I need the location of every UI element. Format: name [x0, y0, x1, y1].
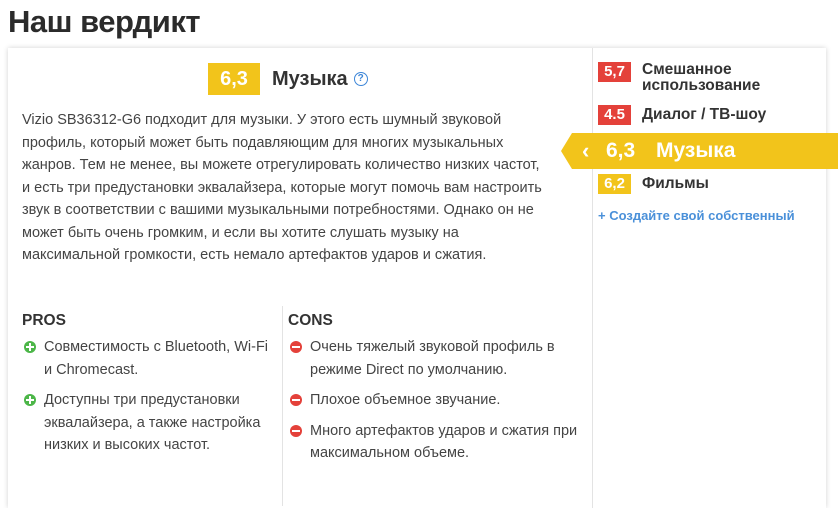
- con-item-text: Плохое объемное звучание.: [310, 392, 501, 408]
- con-item: Плохое объемное звучание.: [288, 389, 578, 412]
- con-item: Очень тяжелый звуковой профиль в режиме …: [288, 336, 578, 381]
- sidebar-item-label: Музыка: [656, 139, 736, 162]
- minus-circle-icon: [290, 424, 302, 437]
- plus-circle-icon: [24, 341, 36, 353]
- pro-item: Совместимость с Bluetooth, Wi-Fi и Chrom…: [22, 336, 277, 381]
- sidebar-item-dialogue-tv[interactable]: 4.5 Диалог / ТВ-шоу: [598, 105, 766, 125]
- cons-list: CONS Очень тяжелый звуковой профиль в ре…: [288, 312, 578, 473]
- usage-description: Vizio SB36312-G6 подходит для музыки. У …: [22, 112, 542, 263]
- pros-list: PROS Совместимость с Bluetooth, Wi-Fi и …: [22, 312, 277, 465]
- active-pointer: [561, 133, 572, 169]
- pro-item: Доступны три предустановки эквалайзера, …: [22, 389, 277, 457]
- pros-heading: PROS: [22, 312, 66, 329]
- sidebar-score-badge: 4.5: [598, 105, 631, 125]
- usage-detail-panel: 6,3 Музыка ? Vizio SB36312-G6 подходит д…: [8, 48, 586, 508]
- page-title: Наш вердикт: [8, 4, 201, 39]
- con-item: Много артефактов ударов и сжатия при мак…: [288, 420, 578, 465]
- sidebar-item-mixed-usage[interactable]: 5,7 Смешанное использование: [598, 62, 792, 94]
- plus-circle-icon: [24, 394, 36, 406]
- usage-score-badge: 6,3: [208, 63, 260, 95]
- cons-heading: CONS: [288, 312, 333, 329]
- con-item-text: Много артефактов ударов и сжатия при мак…: [310, 422, 578, 462]
- sidebar-item-label: Смешанное использование: [642, 61, 761, 94]
- sidebar-item-label: Диалог / ТВ-шоу: [642, 106, 767, 123]
- sidebar-score-badge: 6,3: [606, 139, 636, 162]
- verdict-card: 6,3 Музыка ? Vizio SB36312-G6 подходит д…: [8, 48, 838, 508]
- pro-item-text: Совместимость с Bluetooth, Wi-Fi и Chrom…: [44, 339, 269, 378]
- minus-circle-icon: [290, 341, 302, 353]
- con-item-text: Очень тяжелый звуковой профиль в режиме …: [310, 339, 555, 378]
- question-circle-icon[interactable]: ?: [353, 72, 368, 86]
- sidebar-score-badge: 5,7: [598, 62, 631, 82]
- chevron-left-icon: ‹: [582, 138, 590, 163]
- pros-cons-divider: [282, 306, 283, 506]
- usage-sidebar: 5,7 Смешанное использование 4.5 Диалог /…: [561, 48, 838, 508]
- sidebar-score-badge: 6,2: [598, 174, 631, 194]
- sidebar-item-label: Фильмы: [642, 175, 709, 192]
- panel-divider: [592, 48, 593, 508]
- usage-header: 6,3 Музыка ?: [208, 62, 368, 96]
- minus-circle-icon: [290, 394, 302, 406]
- sidebar-item-movies[interactable]: 6,2 Фильмы: [598, 174, 709, 194]
- usage-name: Музыка: [272, 67, 348, 90]
- sidebar-item-music-active[interactable]: ‹ 6,3 Музыка: [561, 133, 838, 169]
- create-your-own-link[interactable]: + Создайте свой собственный: [598, 208, 795, 223]
- pro-item-text: Доступны три предустановки эквалайзера, …: [44, 392, 261, 453]
